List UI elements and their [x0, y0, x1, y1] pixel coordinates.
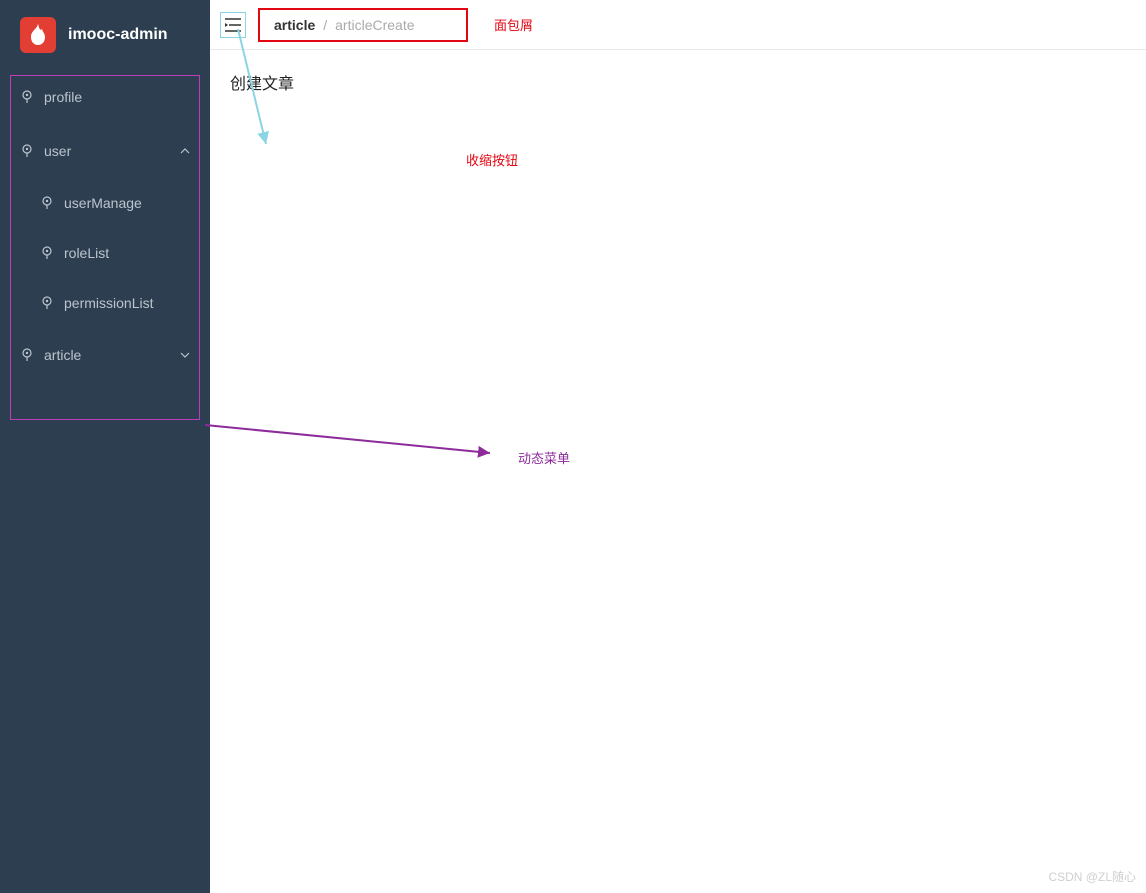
- sidebar-item-label: permissionList: [64, 295, 190, 311]
- sidebar-item-article[interactable]: article: [0, 328, 210, 382]
- sidebar-item-usermanage[interactable]: userManage: [0, 178, 210, 228]
- sidebar-item-permissionlist[interactable]: permissionList: [0, 278, 210, 328]
- sidebar-item-label: userManage: [64, 195, 190, 211]
- chevron-down-icon: [180, 347, 190, 363]
- breadcrumb-first[interactable]: article: [274, 17, 315, 33]
- breadcrumb: article / articleCreate: [258, 8, 468, 42]
- sidebar-item-label: profile: [44, 89, 190, 105]
- sidebar-item-label: user: [44, 143, 180, 159]
- app-title: imooc-admin: [68, 26, 168, 44]
- pin-icon: [20, 144, 34, 158]
- annotation-breadcrumb: 面包屑: [494, 15, 533, 34]
- breadcrumb-separator: /: [323, 17, 327, 33]
- content: 创建文章: [210, 50, 1146, 114]
- logo-row: imooc-admin: [0, 0, 210, 70]
- sidebar: imooc-admin profile user userManage role…: [0, 0, 210, 893]
- sidebar-item-label: article: [44, 347, 180, 363]
- annotation-menu: 动态菜单: [518, 448, 570, 467]
- topbar: article / articleCreate 面包屑: [210, 0, 1146, 50]
- pin-icon: [40, 196, 54, 210]
- breadcrumb-second: articleCreate: [335, 17, 414, 33]
- sidebar-menu: profile user userManage roleList permiss…: [0, 70, 210, 382]
- page-title: 创建文章: [230, 70, 1126, 94]
- collapse-button[interactable]: [220, 12, 246, 38]
- hamburger-icon: [225, 18, 241, 32]
- sidebar-item-label: roleList: [64, 245, 190, 261]
- pin-icon: [40, 246, 54, 260]
- annotation-arrow-menu-icon: [200, 420, 510, 470]
- annotation-collapse: 收缩按钮: [466, 150, 518, 169]
- sidebar-item-rolelist[interactable]: roleList: [0, 228, 210, 278]
- pin-icon: [20, 90, 34, 104]
- pin-icon: [20, 348, 34, 362]
- main: article / articleCreate 面包屑 创建文章 收缩按钮 动态…: [210, 0, 1146, 893]
- sidebar-item-user[interactable]: user: [0, 124, 210, 178]
- chevron-up-icon: [180, 143, 190, 159]
- sidebar-item-profile[interactable]: profile: [0, 70, 210, 124]
- flame-icon: [20, 17, 56, 53]
- pin-icon: [40, 296, 54, 310]
- watermark: CSDN @ZL随心: [1048, 868, 1136, 885]
